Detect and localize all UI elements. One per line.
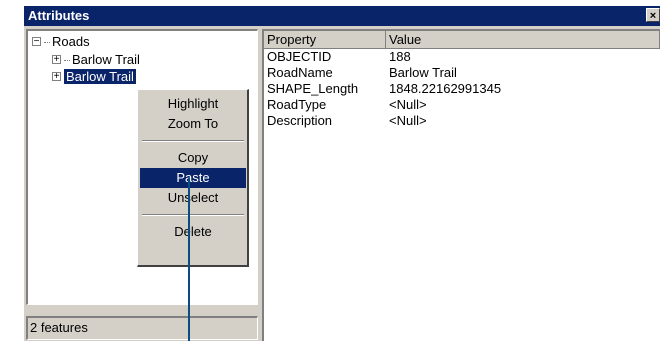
menu-separator: [142, 214, 244, 216]
tree-connector: [44, 42, 50, 44]
menu-item-paste[interactable]: Paste: [140, 168, 246, 188]
value-cell[interactable]: 1848.22162991345: [389, 81, 501, 97]
tree-item-label: Barlow Trail: [72, 52, 140, 67]
attributes-window: Attributes × − Roads + Barlow Trail + Barlo…: [24, 6, 660, 341]
property-cell: RoadName: [267, 65, 333, 80]
tree-root-roads[interactable]: − Roads: [32, 33, 90, 50]
column-header-value[interactable]: Value: [386, 31, 660, 49]
menu-item-unselect[interactable]: Unselect: [140, 188, 246, 208]
menu-item-zoom-to[interactable]: Zoom To: [140, 114, 246, 134]
tree-connector: [64, 60, 70, 62]
collapse-icon[interactable]: −: [32, 37, 41, 47]
expand-icon[interactable]: +: [52, 72, 61, 82]
property-cell: SHAPE_Length: [267, 81, 359, 96]
menu-separator: [142, 140, 244, 142]
feature-count: 2 features: [30, 320, 88, 335]
status-bar: 2 features: [26, 316, 258, 340]
value-cell[interactable]: 188: [389, 49, 411, 65]
value-cell[interactable]: <Null>: [389, 97, 427, 113]
tree-root-label: Roads: [52, 34, 90, 49]
menu-item-copy[interactable]: Copy: [140, 148, 246, 168]
property-cell: Description: [267, 113, 333, 128]
column-header-property[interactable]: Property: [264, 31, 386, 49]
close-button[interactable]: ×: [646, 8, 660, 22]
tree-item-barlow-trail-1[interactable]: + Barlow Trail: [52, 51, 140, 68]
menu-item-delete[interactable]: Delete: [140, 222, 246, 242]
attribute-grid[interactable]: Property Value OBJECTID 188 RoadName Bar…: [262, 29, 660, 341]
expand-icon[interactable]: +: [52, 55, 61, 65]
title-bar[interactable]: Attributes ×: [24, 6, 660, 26]
property-cell: OBJECTID: [267, 49, 332, 64]
context-menu: Highlight Zoom To Copy Paste Unselect De…: [137, 89, 249, 267]
tree-item-label-selected: Barlow Trail: [64, 69, 136, 84]
tree-item-barlow-trail-2[interactable]: + Barlow Trail: [52, 68, 136, 85]
property-cell: RoadType: [267, 97, 327, 112]
value-cell[interactable]: <Null>: [389, 113, 427, 129]
window-title: Attributes: [28, 8, 90, 23]
menu-item-highlight[interactable]: Highlight: [140, 94, 246, 114]
value-cell[interactable]: Barlow Trail: [389, 65, 457, 81]
callout-leader-line: [188, 178, 190, 341]
